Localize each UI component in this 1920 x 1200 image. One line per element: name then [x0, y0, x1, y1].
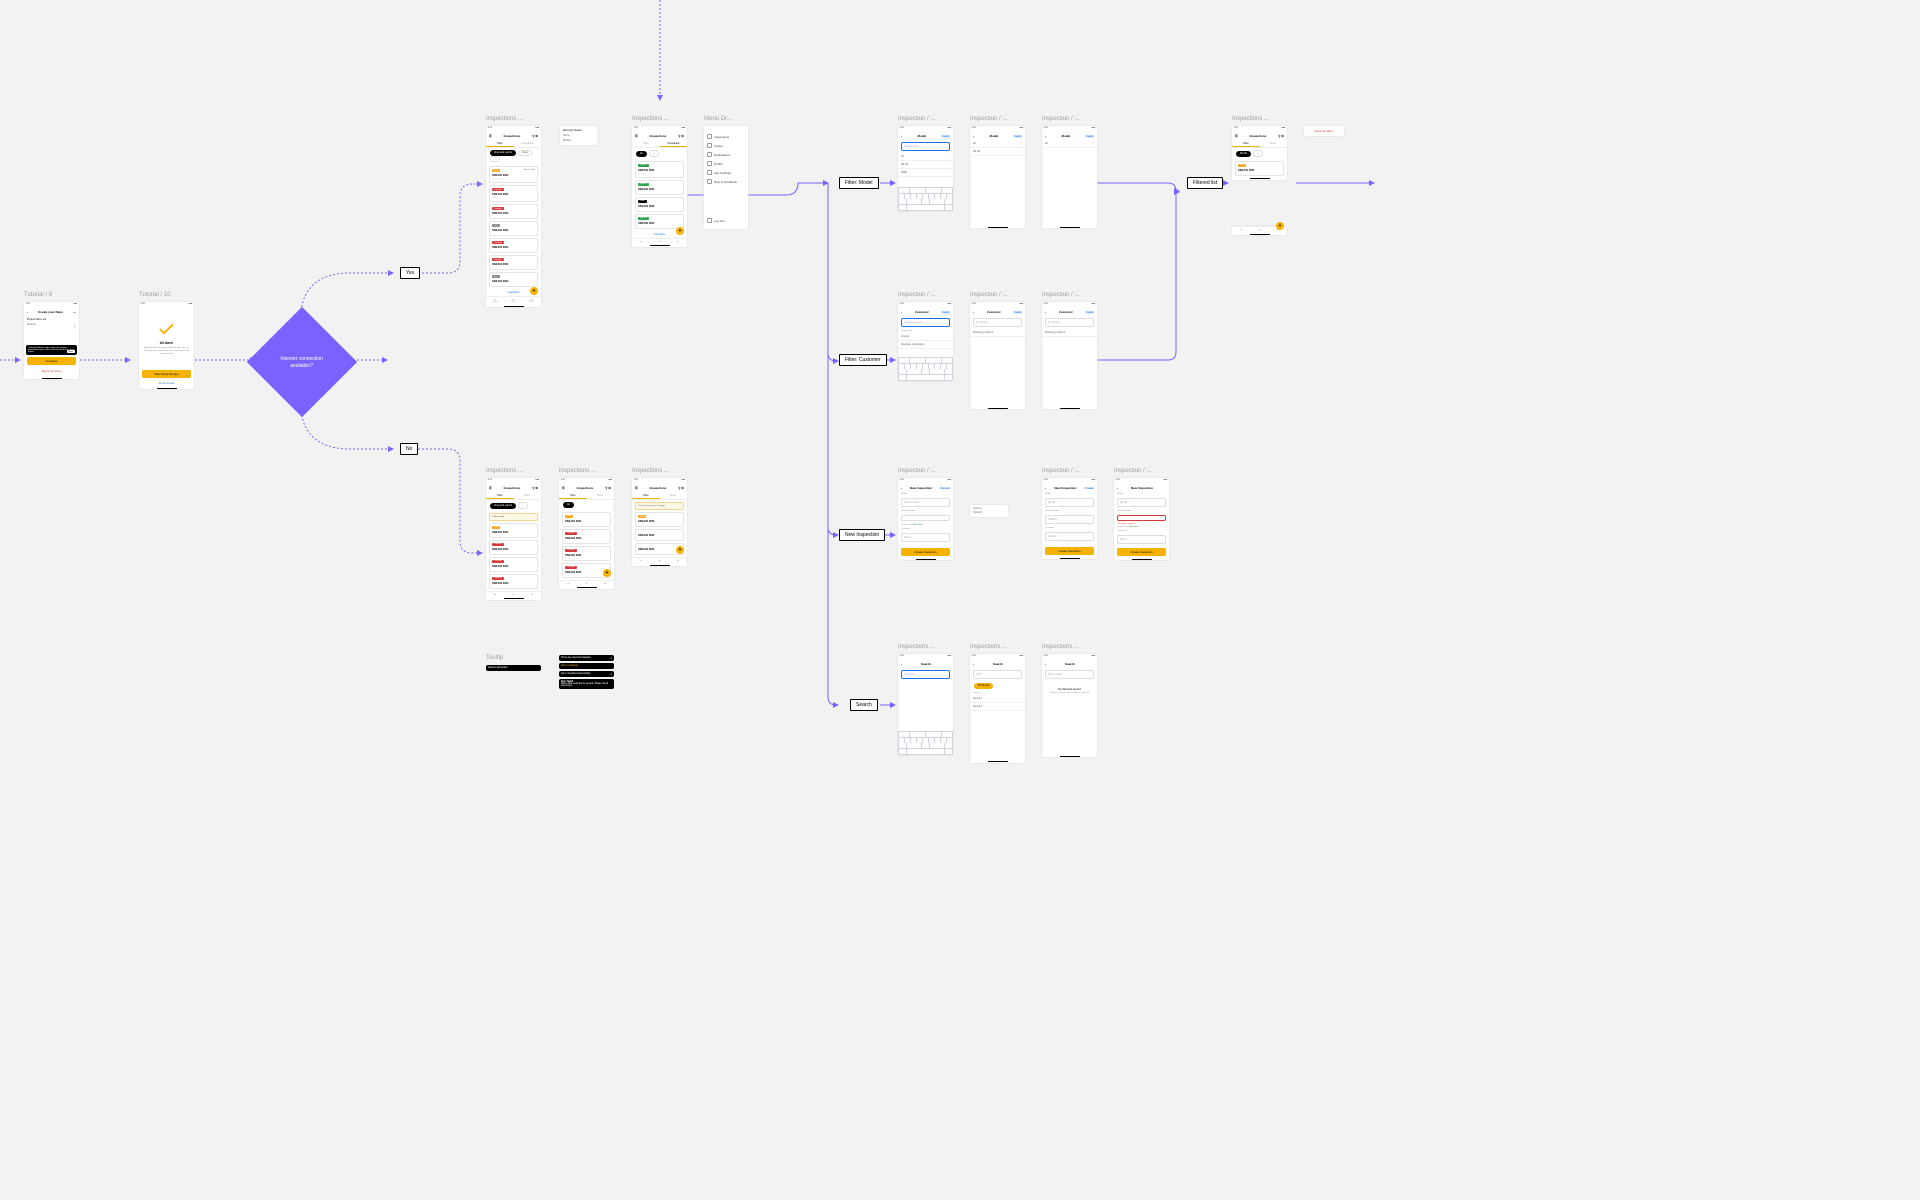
frame-new-insp-2[interactable]: 9:41●●● ‹New InspectionCreate Model D6 X…: [1042, 478, 1097, 559]
label-search: Search: [850, 699, 878, 711]
label-new-inspection: New Inspection: [839, 529, 885, 541]
frame-tutorial-9[interactable]: 9:41●●● ‹Create your Repo⋯ Project Name …: [24, 302, 79, 379]
frame-insp-yes[interactable]: 9:41●●● ☰Inspections⚲ ⚙ TodoCompleted Un…: [486, 126, 541, 307]
title-insp-completed: Inspections ...: [632, 116, 669, 122]
customer-input[interactable]: Customer name: [901, 318, 950, 327]
decision-text: Internet connection available?: [272, 356, 332, 369]
tooltip-stack-2: There are unsynced changes✕ Sync in prog…: [559, 655, 614, 691]
complete-button[interactable]: Complete: [27, 357, 76, 365]
frame-new-insp-1[interactable]: 9:41●●● ‹New InspectionCancel Model Sele…: [898, 478, 953, 560]
frame-search-noresults[interactable]: 9:41●●● ‹Search d6 xe model No Results F…: [1042, 654, 1097, 757]
check-icon: [159, 324, 174, 335]
frame-insp-no1[interactable]: 9:41●●● ☰Inspections⚲ ⚙ TodoDone Unsynce…: [486, 478, 541, 600]
title-tut9: Tutorial / 9: [24, 292, 52, 298]
search-input[interactable]: Q Search: [901, 670, 950, 679]
popover-dropdown[interactable]: Option A Option B: [970, 505, 1008, 517]
frame-filtered[interactable]: 9:41●●● ☰Inspections⚲ ⚙ TodoDone D6 XE⋯ …: [1232, 126, 1287, 180]
fab-add[interactable]: +: [676, 227, 684, 235]
title-tooltip: Tooltip: [486, 655, 503, 661]
frame-filter-customer-3[interactable]: 9:41●●● ‹CustomerApply Q machine Machine…: [1042, 302, 1097, 409]
frame-insp-completed[interactable]: 9:41●●● ☰Inspections⚲ ⚙ TodoCompleted Al…: [632, 126, 687, 247]
frame-filter-customer-1[interactable]: 9:41●●● ‹CustomerApply Customer name Sug…: [898, 302, 953, 381]
start-app-button[interactable]: Start Using the App: [142, 370, 191, 378]
report-issue-link[interactable]: Report an issue: [27, 367, 76, 375]
decision-diamond[interactable]: Internet connection available?: [247, 307, 357, 417]
clear-filters-popover[interactable]: Clear all filters: [1304, 126, 1344, 136]
tutorial-link[interactable]: Do the tutorial: [139, 380, 194, 387]
frame-search-1[interactable]: 9:41●●● ‹Search Q Search: [898, 654, 953, 755]
frame-filtered-nav[interactable]: + ◉◉◉: [1232, 226, 1287, 235]
tooltip-stack-1: Feature description: [486, 665, 541, 673]
label-filtered-list: Filtered list: [1187, 177, 1223, 189]
frame-filter-model-2[interactable]: 9:41●●● ‹ModelApply All○ D6 XE○: [970, 126, 1025, 228]
search-input[interactable]: Search input: [901, 142, 950, 151]
connectors: [0, 0, 1400, 866]
frame-search-2[interactable]: 9:41●●● ‹Search Q d6 D6 XE 24a Recent Re…: [970, 654, 1025, 763]
frame-menu[interactable]: Inspections Invites Notifications Profil…: [704, 126, 748, 229]
frame-filter-model-1[interactable]: 9:41●●● ‹ModelApply Search input All○ D6…: [898, 126, 953, 211]
title-tut10: Tutorial / 10: [139, 292, 170, 298]
frame-filter-model-3[interactable]: 9:41●●● ‹ModelApply All○: [1042, 126, 1097, 228]
create-inspection-button[interactable]: Create Inspection: [901, 548, 950, 556]
frame-filter-customer-2[interactable]: 9:41●●● ‹CustomerApply Q machine Machine…: [970, 302, 1025, 409]
flow-canvas[interactable]: Internet connection available? Yes No Fi…: [0, 0, 1400, 866]
dark-tooltip: Complete below and a copy of a system-ge…: [26, 345, 77, 355]
next-button[interactable]: Next: [67, 350, 76, 353]
title-menu: Menu Dr...: [704, 116, 732, 122]
label-no: No: [400, 443, 418, 455]
label-filter-customer: Filter: Customer: [839, 354, 887, 366]
frame-tutorial-10[interactable]: 9:41●●● All done! My inspection has been…: [139, 302, 194, 389]
frame-insp-no2[interactable]: 9:41●●● ☰Inspections⚲ ⚙ TodoDone All Dra…: [559, 478, 614, 589]
frame-new-insp-err[interactable]: 9:41●●● ‹New Inspection Model D6 XE › Se…: [1114, 478, 1169, 560]
clear-filters-link[interactable]: Clear all filters: [1307, 129, 1341, 133]
label-filter-model: Filter: Model: [839, 177, 879, 189]
popover-recent[interactable]: Recently Viewed Home Module: [560, 126, 598, 145]
title-insp-yes: Inspections ...: [486, 116, 523, 122]
frame-insp-no3[interactable]: 9:41●●● ☰Inspections⚲ ⚙ TodoDone There a…: [632, 478, 687, 566]
label-yes: Yes: [400, 267, 420, 279]
